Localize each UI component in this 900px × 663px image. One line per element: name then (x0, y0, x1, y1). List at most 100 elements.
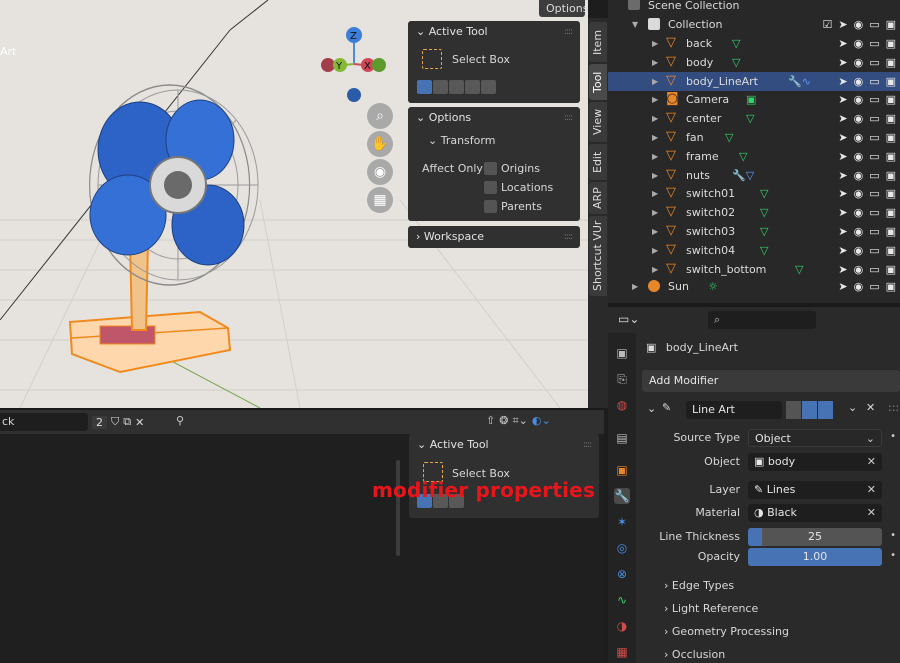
eye-icon[interactable]: ◉ (854, 260, 864, 279)
editor-type-icon[interactable]: ▭⌄ (618, 312, 644, 330)
camera-render-icon[interactable]: ▣ (886, 277, 896, 296)
outliner-item-fan[interactable]: ▶ ▽ fan ▽ ➤ ◉ ▭ ▣ (608, 128, 900, 147)
material-tab-icon[interactable]: ◑ (614, 618, 630, 634)
outliner-item-nuts[interactable]: ▶ ▽ nuts 🔧▽ ➤ ◉ ▭ ▣ (608, 166, 900, 185)
snap-icon[interactable]: ⌗⌄ (512, 414, 527, 428)
eye-icon[interactable]: ◉ (854, 241, 864, 260)
selection-mode-buttons[interactable] (417, 80, 496, 94)
select-arrow-icon[interactable]: ➤ (838, 166, 847, 185)
eye-icon[interactable]: ◉ (854, 34, 864, 53)
duplicate-icon[interactable]: ⧉ (123, 415, 131, 429)
eye-icon[interactable]: ◉ (854, 109, 864, 128)
workspace-panel[interactable]: › Workspace :::: (408, 226, 580, 248)
tool-tab-icon[interactable]: ▣ (614, 345, 630, 361)
camera-render-icon[interactable]: ▣ (886, 128, 896, 147)
drag-grip-icon[interactable]: :::: (564, 107, 573, 129)
render-tab-icon[interactable]: ⎘ (614, 371, 630, 387)
modifier-name-input[interactable]: Line Art (686, 401, 782, 419)
pan-hand-icon[interactable]: ✋ (367, 131, 393, 157)
select-arrow-icon[interactable]: ➤ (838, 260, 847, 279)
monitor-icon[interactable]: ▭ (869, 203, 879, 222)
collection-row[interactable]: ▼ Collection ☑ ➤ ◉ ▭ ▣ (608, 15, 900, 34)
close-icon[interactable]: ✕ (135, 416, 144, 429)
modifier-wrench-icon[interactable]: 🔧∿ (788, 72, 811, 91)
render-toggle-icon[interactable] (818, 401, 833, 419)
select-arrow-icon[interactable]: ➤ (838, 147, 847, 166)
overlay-icon[interactable]: ◐⌄ (532, 414, 551, 428)
locations-checkbox[interactable]: Locations (484, 181, 553, 194)
monitor-icon[interactable]: ▭ (869, 147, 879, 166)
object-field[interactable]: ▣ body ✕ (748, 453, 882, 471)
mesh-data-icon[interactable]: ▽ (760, 241, 768, 260)
expand-right-icon[interactable]: ▶ (652, 128, 658, 147)
select-box-icon[interactable] (422, 49, 442, 69)
select-arrow-icon[interactable]: ➤ (838, 203, 847, 222)
checkbox-box[interactable] (484, 162, 497, 175)
occlusion-panel[interactable]: › Occlusion (664, 648, 725, 661)
navigation-gizmo[interactable]: Z Y X (316, 24, 396, 108)
expand-down-icon[interactable]: ▼ (632, 15, 638, 34)
outliner-item-center[interactable]: ▶ ▽ center ▽ ➤ ◉ ▭ ▣ (608, 109, 900, 128)
chevron-down-icon[interactable]: ⌄ (848, 401, 857, 414)
world-tab-icon[interactable]: ▤ (614, 430, 630, 446)
select-arrow-icon[interactable]: ➤ (838, 222, 847, 241)
expand-right-icon[interactable]: ▶ (652, 34, 658, 53)
camera-icon[interactable]: ◉ (367, 159, 393, 185)
drag-grip-icon[interactable]: :::: (564, 226, 573, 248)
mesh-data-icon[interactable]: ▽ (732, 53, 740, 72)
eye-icon[interactable]: ◉ (854, 277, 864, 296)
close-icon[interactable]: ✕ (866, 401, 875, 414)
expand-right-icon[interactable]: ▶ (652, 53, 658, 72)
constraints-tab-icon[interactable]: ⊗ (614, 566, 630, 582)
camera-render-icon[interactable]: ▣ (886, 15, 896, 34)
monitor-icon[interactable]: ▭ (869, 15, 879, 34)
eye-icon[interactable]: ◉ (854, 203, 864, 222)
line-thickness-slider[interactable]: 25 (748, 528, 882, 546)
tab-item[interactable]: Item (589, 22, 607, 62)
sculpt-icon[interactable]: ❂ (499, 414, 508, 428)
mesh-data-icon[interactable]: ▽ (760, 203, 768, 222)
camera-render-icon[interactable]: ▣ (886, 72, 896, 91)
edit-mode-toggle-icon[interactable] (786, 401, 801, 419)
eye-icon[interactable]: ◉ (854, 53, 864, 72)
animate-dot-icon[interactable]: • (890, 431, 896, 442)
clear-icon[interactable]: ✕ (867, 453, 876, 471)
checkbox-box[interactable] (484, 200, 497, 213)
camera-render-icon[interactable]: ▣ (886, 109, 896, 128)
particles-tab-icon[interactable]: ✶ (614, 514, 630, 530)
wrench-icon[interactable]: 🔧 (614, 488, 630, 504)
upload-icon[interactable]: ⇧ (486, 414, 495, 428)
clear-icon[interactable]: ✕ (867, 504, 876, 522)
select-arrow-icon[interactable]: ➤ (838, 128, 847, 147)
expand-right-icon[interactable]: ▶ (652, 109, 658, 128)
options-header[interactable]: ⌄ Options :::: (408, 107, 580, 129)
active-tool-header[interactable]: ⌄ Active Tool :::: (408, 21, 580, 43)
monitor-icon[interactable]: ▭ (869, 222, 879, 241)
datablock-name-field[interactable]: ck (0, 413, 88, 431)
monitor-icon[interactable]: ▭ (869, 34, 879, 53)
expand-right-icon[interactable]: ▶ (652, 260, 658, 279)
outliner-item-body[interactable]: ▶ ▽ body ▽ ➤ ◉ ▭ ▣ (608, 53, 900, 72)
select-arrow-icon[interactable]: ➤ (838, 109, 847, 128)
mode-new-icon[interactable] (417, 80, 432, 94)
texture-tab-icon[interactable]: ▦ (614, 644, 630, 660)
layer-field[interactable]: ✎ Lines ✕ (748, 481, 882, 499)
scrollbar[interactable] (396, 460, 400, 556)
monitor-icon[interactable]: ▭ (869, 241, 879, 260)
outliner-item-sun[interactable]: ▶ Sun ☼ ➤ ◉ ▭ ▣ (608, 277, 900, 296)
3d-viewport[interactable]: Art Options ⌄ Z Y X ⌕ ✋ ◉ ▦ ⌄ Active Too… (0, 0, 588, 408)
eye-icon[interactable]: ◉ (854, 15, 864, 34)
geometry-processing-panel[interactable]: › Geometry Processing (664, 625, 789, 638)
eye-icon[interactable]: ◉ (854, 166, 864, 185)
camera-render-icon[interactable]: ▣ (886, 166, 896, 185)
expand-right-icon[interactable]: ▶ (652, 222, 658, 241)
viewport-options-dropdown[interactable]: Options ⌄ (539, 0, 588, 32)
outliner-item-body_lineart[interactable]: ▶ ▽ body_LineArt 🔧∿ ➤ ◉ ▭ ▣ (608, 71, 900, 91)
select-arrow-icon[interactable]: ➤ (838, 241, 847, 260)
transform-subheader[interactable]: ⌄ Transform (428, 134, 495, 147)
tab-edit[interactable]: Edit (589, 144, 607, 180)
zoom-icon[interactable]: ⌕ (367, 103, 393, 129)
animate-dot-icon[interactable]: • (890, 530, 896, 541)
light-reference-panel[interactable]: › Light Reference (664, 602, 758, 615)
drag-grip-icon[interactable]: :::: (888, 401, 900, 414)
